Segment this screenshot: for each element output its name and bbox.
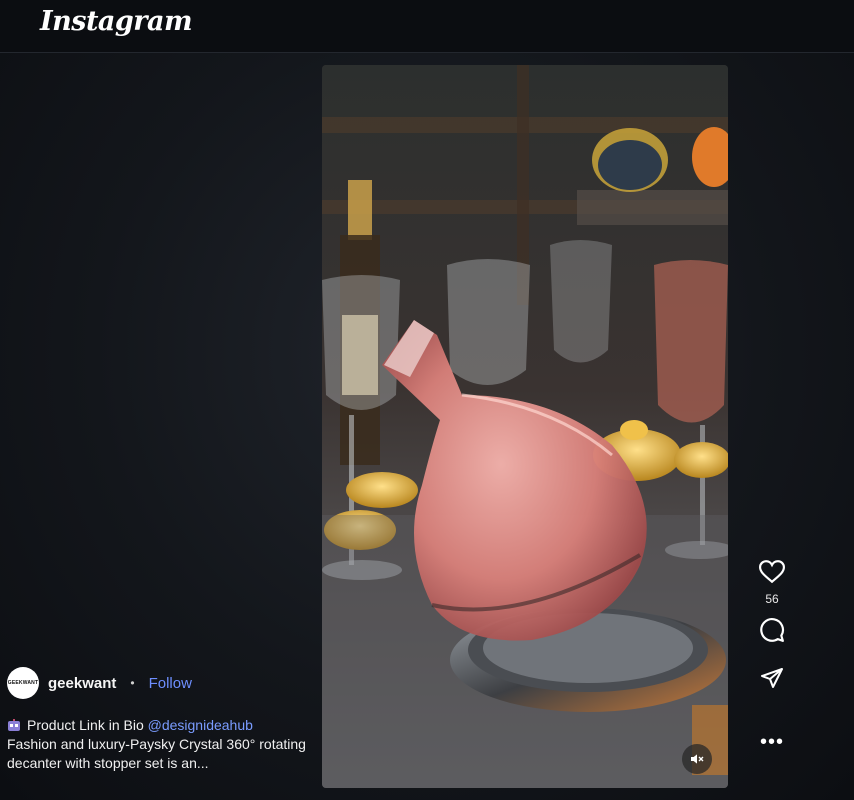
username[interactable]: geekwant — [48, 675, 116, 692]
like-count[interactable]: 56 — [765, 592, 778, 606]
post-caption[interactable]: Product Link in Bio @designideahub Fashi… — [7, 716, 307, 773]
instagram-logo[interactable]: Instagram — [40, 6, 193, 37]
caption-line-1: Product Link in Bio @designideahub — [7, 716, 307, 735]
send-icon — [761, 668, 783, 688]
like-button[interactable] — [758, 558, 786, 586]
caption-body: Fashion and luxury-Paysky Crystal 360° r… — [7, 736, 306, 771]
heart-icon — [759, 560, 785, 584]
speaker-muted-icon — [691, 754, 704, 764]
more-options-icon[interactable]: ••• — [758, 728, 786, 756]
separator-dot: • — [130, 676, 135, 690]
avatar[interactable]: GEEKWANT — [7, 667, 39, 699]
post-author: GEEKWANT geekwant • Follow — [7, 666, 192, 700]
video-frame — [322, 65, 728, 788]
follow-button[interactable]: Follow — [149, 675, 192, 692]
comment-button[interactable] — [758, 616, 786, 644]
reel-actions: 56 ••• — [752, 558, 792, 756]
caption-prefix: Product Link in Bio — [27, 717, 144, 733]
mute-button[interactable] — [682, 744, 712, 774]
caption-mention-link[interactable]: @designideahub — [148, 717, 253, 733]
reel-video[interactable] — [322, 65, 728, 788]
avatar-logo-text: GEEKWANT — [7, 680, 39, 686]
robot-emoji-icon — [8, 719, 20, 731]
comment-icon — [760, 618, 785, 642]
share-button[interactable] — [758, 664, 786, 692]
top-bar: Instagram — [0, 0, 854, 53]
